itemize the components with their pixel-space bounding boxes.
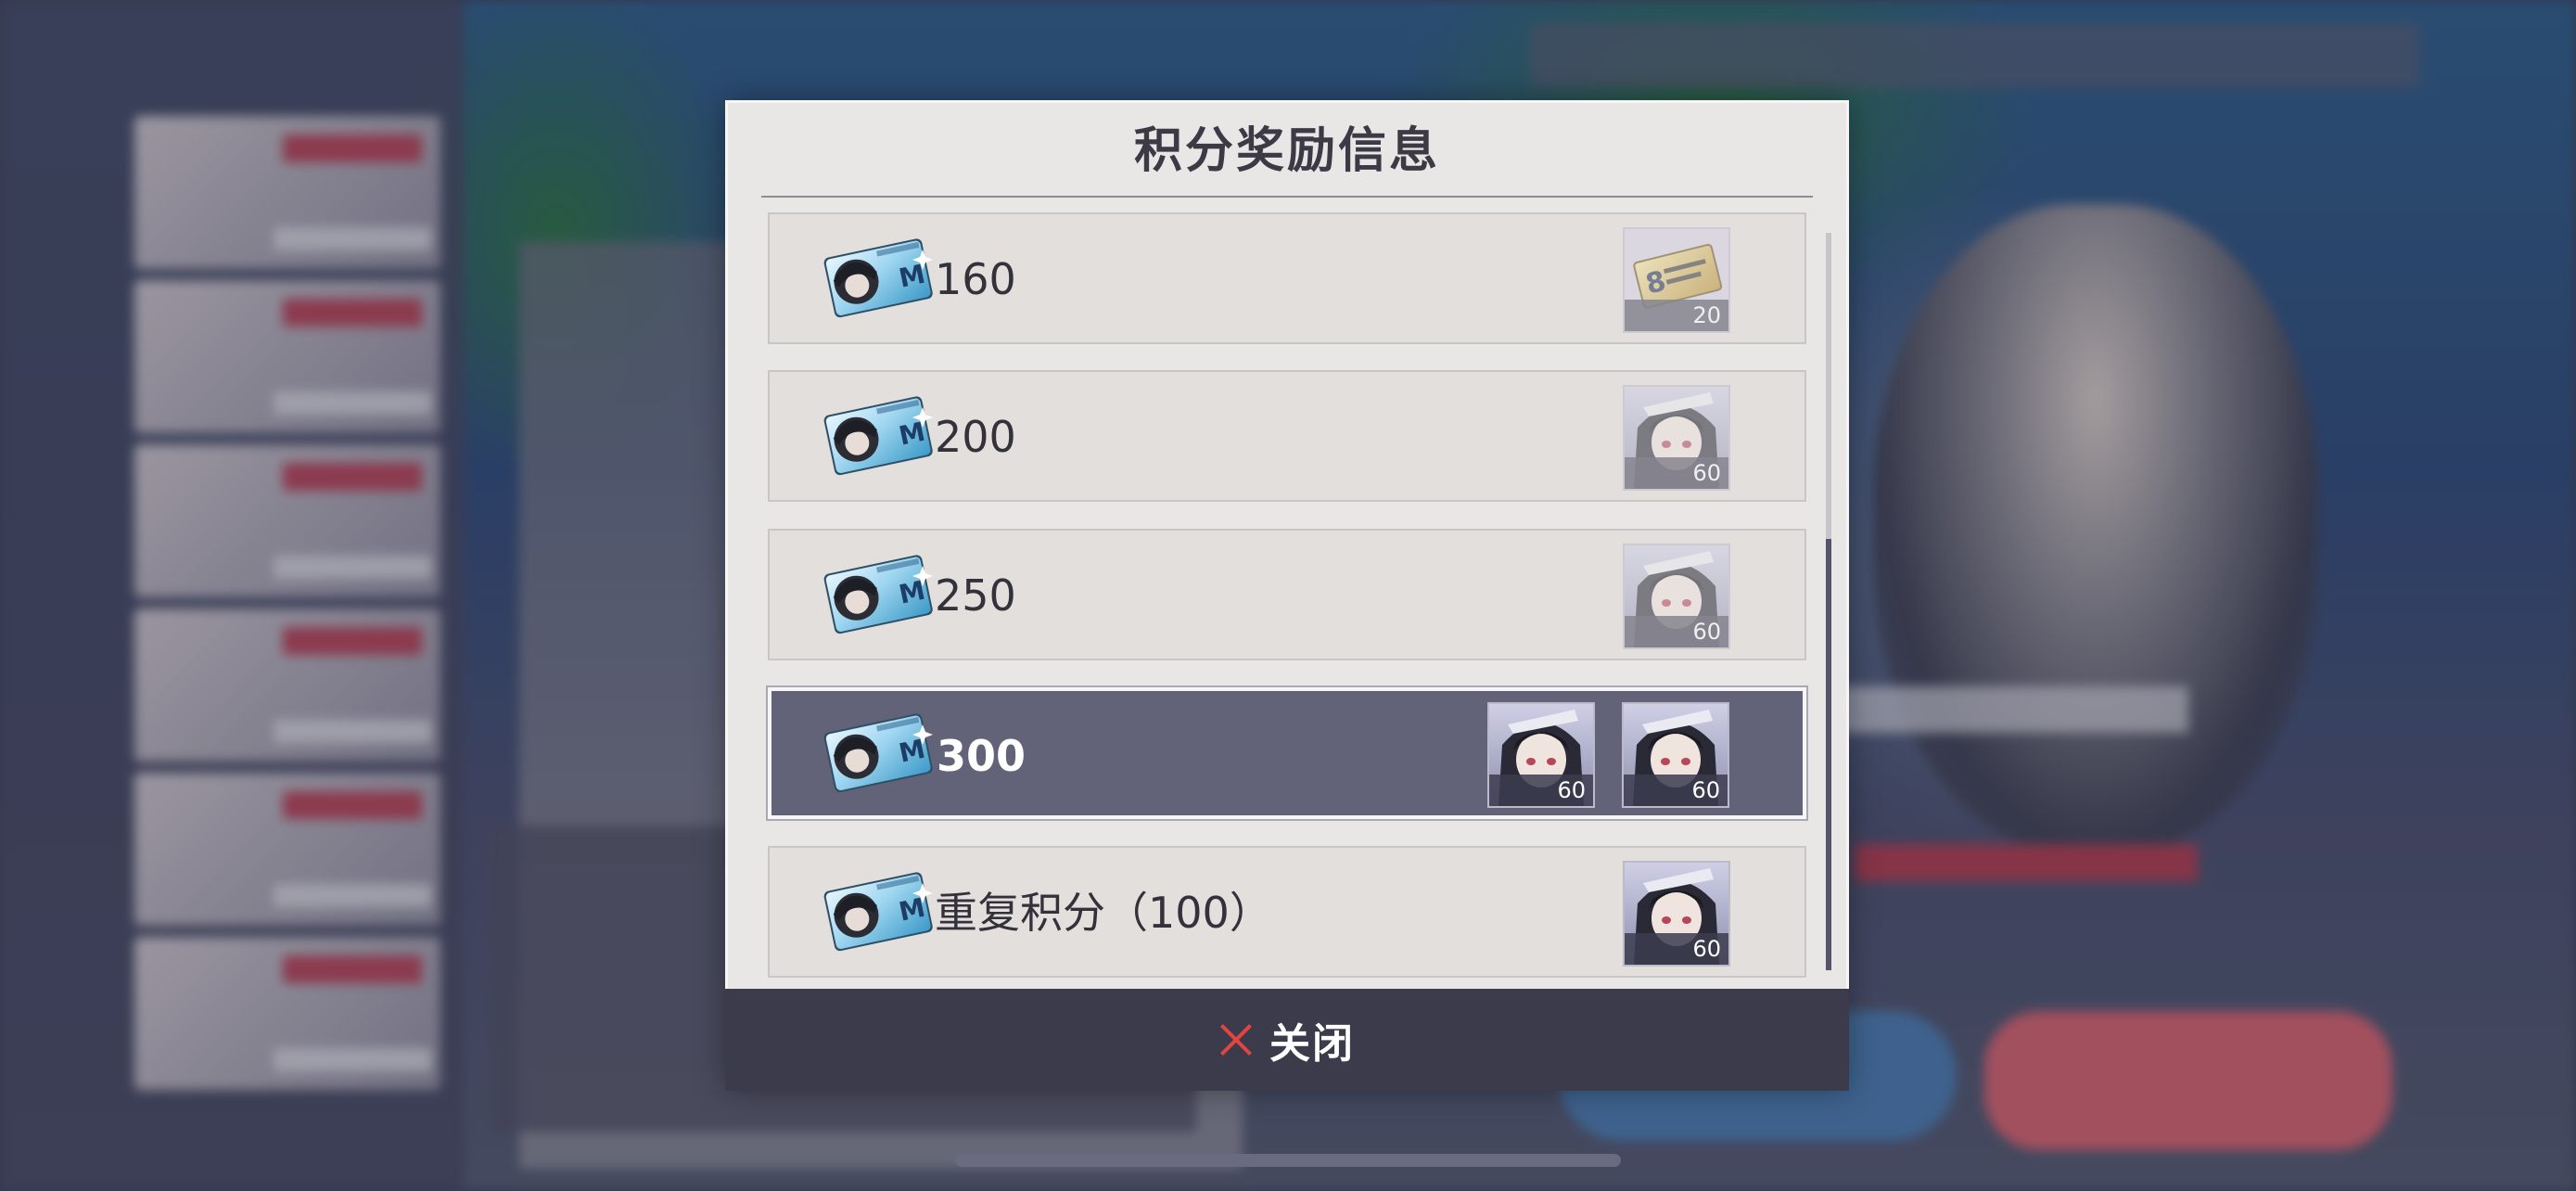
reward-row-repeat[interactable]: 重复积分（100） 60 [768,846,1806,978]
reward-item[interactable]: 60 [1623,544,1730,649]
score-reward-modal: 积分奖励信息 160 20 200 60 250 60 300 60 60 重复… [725,100,1849,1091]
score-ticket-icon [821,868,934,954]
score-threshold: 重复积分（100） [935,888,1272,938]
reward-row-160[interactable]: 160 20 [768,212,1806,344]
reward-item[interactable]: 20 [1623,227,1730,333]
reward-row-200[interactable]: 200 60 [768,370,1806,502]
score-threshold: 300 [937,731,1027,781]
reward-quantity: 60 [1625,457,1728,489]
reward-item[interactable]: 60 [1623,385,1730,491]
score-threshold: 160 [935,254,1016,304]
score-ticket-icon [821,392,934,478]
home-indicator[interactable] [955,1154,1621,1167]
title-divider [761,196,1813,198]
score-ticket-icon [821,551,934,636]
reward-quantity: 60 [1625,933,1728,965]
score-threshold: 200 [935,412,1016,462]
score-ticket-icon [821,235,934,320]
reward-row-300[interactable]: 300 60 60 [768,687,1806,819]
list-scrollbar-thumb[interactable] [1826,539,1831,970]
reward-item[interactable]: 60 [1623,861,1730,967]
score-ticket-icon [821,710,934,795]
reward-quantity: 20 [1625,300,1728,331]
reward-item[interactable]: 60 [1622,702,1729,808]
reward-item[interactable]: 60 [1487,702,1595,808]
modal-title: 积分奖励信息 [1133,123,1440,179]
close-button-label: 关闭 [1269,1020,1355,1068]
reward-quantity: 60 [1624,775,1728,806]
score-threshold: 250 [935,570,1016,621]
reward-quantity: 60 [1489,775,1593,806]
reward-list[interactable]: 160 20 200 60 250 60 300 60 60 重复积分（100）… [728,212,1846,1094]
reward-row-250[interactable]: 250 60 [768,529,1806,660]
close-icon [1219,1023,1253,1057]
close-button[interactable]: 关闭 [725,989,1849,1091]
reward-quantity: 60 [1625,616,1728,647]
